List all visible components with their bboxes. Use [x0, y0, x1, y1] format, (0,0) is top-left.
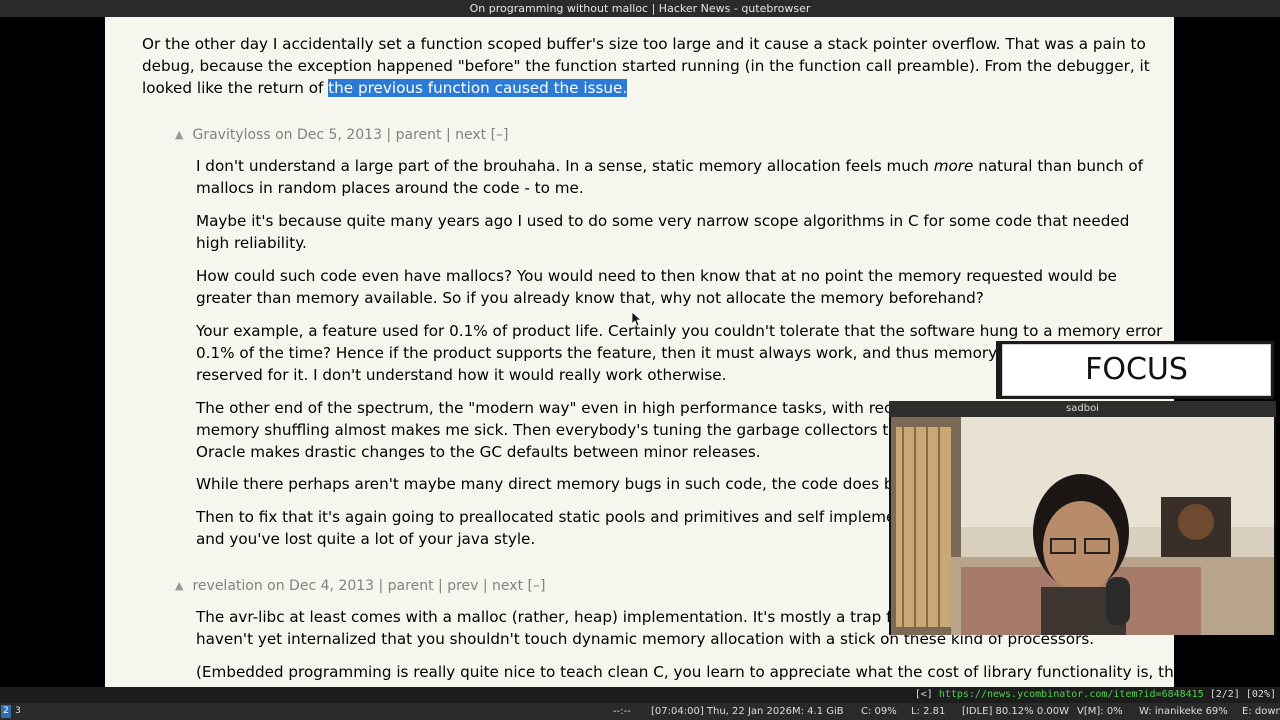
emphasis-text: more: [933, 157, 974, 175]
comment-user[interactable]: Gravityloss: [192, 127, 270, 143]
window-title: On programming without malloc | Hacker N…: [0, 0, 1280, 17]
parent-link[interactable]: parent: [388, 578, 434, 594]
tab-index: [2/2]: [1209, 689, 1240, 700]
comment-paragraph: (Embedded programming is really quite ni…: [196, 663, 1174, 681]
upvote-icon[interactable]: ▲: [175, 579, 183, 592]
system-taskbar: 2 3 --:-- [07:04:00] Thu, 22 Jan 2026 M:…: [0, 703, 1280, 720]
status-wifi: W: inanikeke 69%: [1139, 706, 1228, 717]
paragraph-text: Oracle makes drastic changes to the GC d…: [196, 443, 761, 461]
paragraph-text: The avr-libc at least comes with a mallo…: [196, 608, 908, 626]
paragraph-text: memory shuffling almost makes me sick. T…: [196, 421, 898, 439]
comment-meta-revelation: ▲ revelation on Dec 4, 2013 | parent | pr…: [175, 578, 546, 594]
comment-meta-gravityloss: ▲ Gravityloss on Dec 5, 2013 | parent | n…: [175, 127, 509, 143]
webcam-window[interactable]: sadboi: [889, 401, 1276, 635]
back-indicator: [<]: [914, 689, 933, 700]
status-sep: --:--: [613, 706, 631, 717]
current-url[interactable]: https://news.ycombinator.com/item?id=684…: [939, 689, 1204, 700]
comment-date[interactable]: on Dec 4, 2013: [267, 578, 374, 594]
selected-text: the previous function caused the issue.: [328, 79, 628, 97]
paragraph-text: I don't understand a large part of the b…: [196, 157, 934, 175]
focus-label: FOCUS: [1002, 344, 1271, 396]
comment-user[interactable]: revelation: [192, 578, 262, 594]
mouse-cursor-icon: [632, 312, 642, 327]
statusbar-right: [<] https://news.ycombinator.com/item?id…: [915, 687, 1276, 703]
comment-paragraph: Maybe it's because quite many years ago …: [196, 212, 1130, 252]
parent-comment-before: Or the other day I accidentally set a fu…: [142, 35, 1150, 97]
status-load: L: 2.81: [911, 706, 946, 717]
comment-date[interactable]: on Dec 5, 2013: [275, 127, 382, 143]
next-link[interactable]: next [–]: [492, 578, 545, 594]
status-idle: [IDLE] 80.12% 0.00W: [962, 706, 1069, 717]
parent-comment-text: Or the other day I accidentally set a fu…: [142, 33, 1152, 99]
comment-paragraph: How could such code even have mallocs? Y…: [196, 267, 1117, 307]
comment-paragraph: I don't understand a large part of the b…: [196, 155, 1166, 199]
status-cpu: C: 09%: [861, 706, 897, 717]
workspace-3[interactable]: 3: [13, 705, 23, 718]
paragraph-text: Then to fix that it's again going to pre…: [196, 508, 906, 526]
browser-statusbar: [<] https://news.ycombinator.com/item?id…: [0, 687, 1280, 703]
status-ethernet: E: down: [1242, 706, 1280, 717]
webcam-feed-image: [891, 417, 1274, 635]
parent-link[interactable]: parent: [396, 127, 442, 143]
paragraph-text: The other end of the spectrum, the "mode…: [196, 399, 902, 417]
workspace-2[interactable]: 2: [1, 705, 11, 718]
upvote-icon[interactable]: ▲: [175, 128, 183, 141]
status-volume: V[M]: 0%: [1077, 706, 1123, 717]
status-clock: [07:04:00] Thu, 22 Jan 2026: [651, 706, 792, 717]
paragraph-text: reserved for it. I don't understand how …: [196, 366, 727, 384]
prev-link[interactable]: prev: [447, 578, 478, 594]
webcam-title: sadboi: [889, 401, 1276, 417]
status-memory: M: 4.1 GiB: [792, 706, 844, 717]
scroll-percent: [02%]: [1245, 689, 1276, 700]
paragraph-text: and you've lost quite a lot of your java…: [196, 530, 536, 548]
next-link[interactable]: next [–]: [455, 127, 508, 143]
